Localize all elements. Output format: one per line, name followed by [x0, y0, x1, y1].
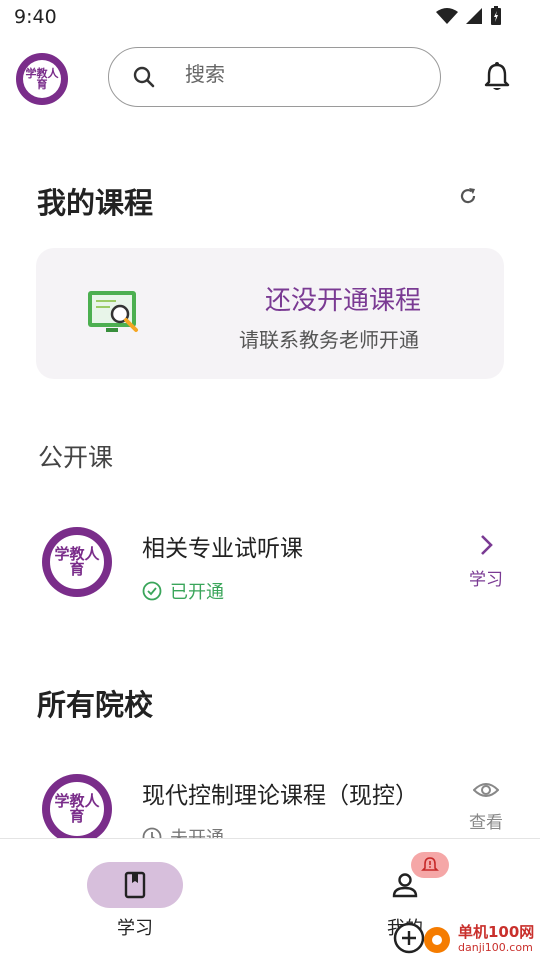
- notification-bell-icon[interactable]: [484, 62, 510, 92]
- course-name: 现代控制理论课程（现控）: [142, 783, 418, 809]
- course-status: 已开通: [142, 578, 224, 604]
- wifi-icon: [436, 8, 458, 24]
- all-schools-title: 所有院校: [37, 688, 154, 722]
- watermark-sub: danji100.com: [458, 941, 533, 954]
- logo-text: 学教人育: [23, 60, 61, 98]
- watermark: 单机100网 danji100.com: [392, 920, 534, 956]
- check-circle-icon: [142, 581, 162, 601]
- course-logo: 学教人育: [42, 527, 112, 597]
- status-bar: 9:40: [0, 0, 540, 36]
- top-bar: 学教人育: [0, 46, 540, 108]
- watermark-text: 单机100网: [458, 923, 535, 941]
- course-search-illustration-icon: [88, 291, 138, 332]
- course-status-label: 已开通: [170, 582, 224, 603]
- study-button[interactable]: 学习: [464, 533, 508, 590]
- empty-courses-title: 还没开通课程: [265, 286, 422, 316]
- watermark-text-block: 单机100网 danji100.com: [458, 922, 534, 954]
- study-button-label: 学习: [469, 570, 503, 590]
- nav-active-pill: [87, 862, 183, 908]
- course-logo-text: 学教人育: [48, 780, 106, 838]
- battery-icon: [491, 6, 501, 25]
- empty-courses-card: 还没开通课程 请联系教务老师开通: [36, 248, 504, 379]
- view-button[interactable]: 查看: [464, 780, 508, 833]
- status-time: 9:40: [14, 6, 57, 28]
- course-status: 未开通: [142, 824, 224, 838]
- course-status-label: 未开通: [170, 824, 224, 838]
- book-icon: [124, 871, 146, 899]
- watermark-logo-icon: [393, 922, 450, 954]
- chevron-right-icon: [481, 535, 493, 555]
- search-bar[interactable]: [108, 47, 441, 107]
- course-logo-text: 学教人育: [48, 533, 106, 591]
- status-icons: [436, 6, 502, 26]
- public-course-row[interactable]: 学教人育 相关专业试听课 已开通 学习: [0, 527, 540, 627]
- nav-item-study[interactable]: 学习: [87, 839, 183, 940]
- course-name: 相关专业试听课: [142, 536, 303, 562]
- school-course-row[interactable]: 学教人育 现代控制理论课程（现控） 未开通 查看: [0, 774, 540, 838]
- person-icon: [392, 873, 418, 898]
- signal-icon: [466, 8, 482, 24]
- notification-badge: [411, 852, 449, 878]
- view-button-label: 查看: [469, 813, 503, 833]
- my-courses-title: 我的课程: [37, 186, 154, 220]
- search-input[interactable]: [185, 62, 405, 86]
- refresh-icon[interactable]: [458, 186, 478, 206]
- empty-courses-subtitle: 请联系教务老师开通: [239, 328, 419, 352]
- clock-icon: [142, 827, 162, 838]
- search-icon: [133, 66, 155, 88]
- nav-label-study: 学习: [117, 918, 153, 939]
- eye-icon: [472, 783, 500, 797]
- course-logo: 学教人育: [42, 774, 112, 838]
- public-courses-title: 公开课: [38, 443, 114, 472]
- app-logo[interactable]: 学教人育: [16, 53, 68, 105]
- alert-bell-icon: [421, 857, 439, 871]
